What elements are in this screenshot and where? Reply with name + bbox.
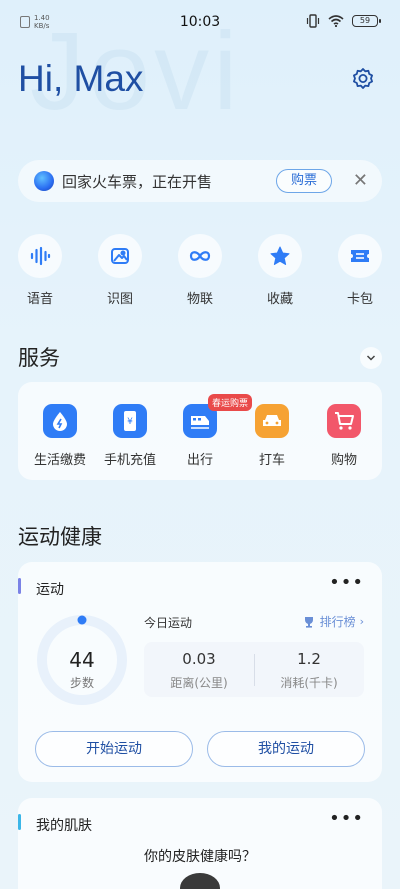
phone-yuan-icon: ¥: [113, 404, 147, 438]
water-drop-icon: [43, 404, 77, 438]
service-travel[interactable]: 春运购票 出行: [164, 394, 253, 468]
my-sport-button[interactable]: 我的运动: [207, 731, 365, 767]
service-label: 购物: [330, 453, 357, 468]
wifi-icon: [328, 15, 344, 27]
distance-label: 距离(公里): [170, 676, 228, 690]
quick-action-card-wallet[interactable]: 卡包: [330, 234, 390, 307]
quick-action-label: 语音: [26, 292, 53, 307]
services-title: 服务: [18, 346, 60, 370]
svg-text:¥: ¥: [127, 417, 133, 427]
service-label: 生活缴费: [33, 453, 86, 468]
quick-action-voice[interactable]: 语音: [10, 234, 70, 307]
leaderboard-label: 排行榜: [319, 615, 356, 629]
quick-action-label: 物联: [186, 292, 213, 307]
service-label: 出行: [186, 453, 213, 468]
start-sport-button[interactable]: 开始运动: [35, 731, 193, 767]
more-options-icon[interactable]: •••: [329, 574, 364, 592]
service-shopping[interactable]: 购物: [308, 404, 380, 468]
service-label: 打车: [258, 453, 285, 468]
infinity-iot-icon: [178, 234, 222, 278]
buy-ticket-button[interactable]: 购票: [275, 169, 332, 193]
today-sport-label: 今日运动: [144, 616, 193, 630]
banner-text: 回家火车票，正在开售: [62, 172, 213, 191]
sport-stats: 0.03 距离(公里) 1.2 消耗(千卡): [144, 642, 364, 697]
car-icon: [255, 404, 289, 438]
service-phone-recharge[interactable]: ¥ 手机充值: [94, 404, 166, 468]
distance-stat: 0.03 距离(公里): [144, 650, 254, 691]
services-panel: 生活缴费 ¥ 手机充值 春运购票 出行 打车 购物: [18, 382, 382, 480]
distance-value: 0.03: [182, 650, 216, 668]
skin-card-title: 我的肌肤: [36, 818, 92, 834]
calories-value: 1.2: [297, 650, 321, 668]
trophy-icon: [304, 616, 313, 628]
image-recognition-icon: [98, 234, 142, 278]
settings-gear-icon[interactable]: [350, 66, 376, 92]
sport-accent-bar: [18, 578, 21, 594]
calories-stat: 1.2 消耗(千卡): [254, 650, 364, 691]
battery-level: 59: [359, 16, 371, 25]
chevron-down-icon: [366, 355, 376, 361]
calories-label: 消耗(千卡): [280, 676, 338, 690]
steps-label: 步数: [69, 676, 94, 690]
quick-action-label: 卡包: [346, 292, 373, 307]
sport-card[interactable]: 运动 ••• 44 步数 今日运动 排行榜 › 0.03 距离(公里) 1.2 …: [18, 562, 382, 782]
expand-services-button[interactable]: [360, 347, 382, 369]
skin-illustration: [180, 873, 220, 889]
sport-card-title: 运动: [36, 582, 64, 598]
skin-accent-bar: [18, 814, 21, 830]
jovi-logo-icon: [34, 171, 54, 191]
quick-actions: 语音 识图 物联 收藏 卡包: [0, 234, 400, 307]
more-options-icon[interactable]: •••: [329, 810, 364, 828]
quick-action-favorites[interactable]: 收藏: [250, 234, 310, 307]
quick-action-label: 收藏: [266, 292, 293, 307]
steps-count: 44: [69, 648, 95, 672]
service-taxi[interactable]: 打车: [236, 404, 308, 468]
health-title: 运动健康: [18, 525, 102, 549]
promo-banner[interactable]: 回家火车票，正在开售 购票 ✕: [18, 160, 382, 202]
vibrate-icon: [306, 14, 320, 28]
service-utilities[interactable]: 生活缴费: [24, 404, 96, 468]
quick-action-iot[interactable]: 物联: [170, 234, 230, 307]
quick-action-image-recognition[interactable]: 识图: [90, 234, 150, 307]
cart-icon: [327, 404, 361, 438]
star-icon: [258, 234, 302, 278]
close-icon[interactable]: ✕: [353, 171, 368, 191]
skin-card[interactable]: 我的肌肤 ••• 你的皮肤健康吗？: [18, 798, 382, 889]
service-label: 手机充值: [103, 453, 156, 468]
chevron-right-icon: ›: [359, 615, 364, 628]
greeting-title: Hi, Max: [18, 58, 144, 99]
voice-wave-icon: [18, 234, 62, 278]
quick-action-label: 识图: [106, 292, 133, 307]
battery-icon: 59: [352, 15, 381, 27]
status-right: 59: [306, 14, 381, 28]
skin-question: 你的皮肤健康吗？: [144, 849, 256, 865]
leaderboard-link[interactable]: 排行榜 ›: [302, 613, 364, 630]
ticket-icon: [338, 234, 382, 278]
